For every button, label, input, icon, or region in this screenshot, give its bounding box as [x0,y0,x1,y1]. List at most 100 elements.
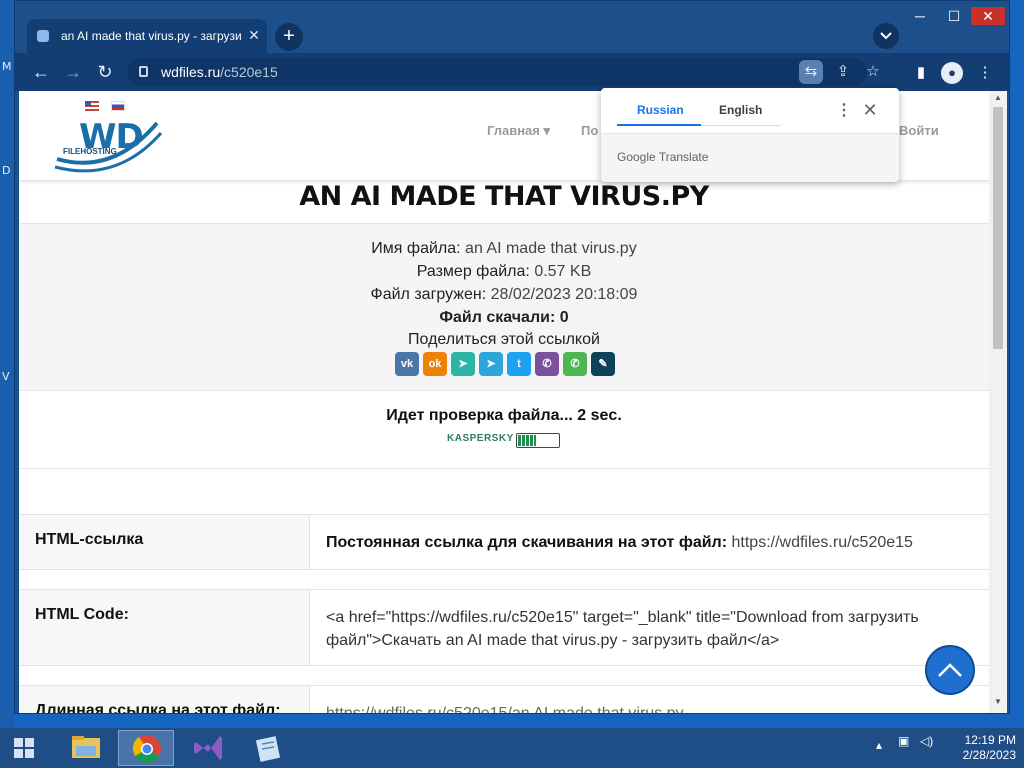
network-icon[interactable]: ▣ [898,734,909,748]
row-key: HTML Code: [19,590,310,665]
star-icon[interactable]: ☆ [861,60,885,84]
file-info-panel: Имя файла: an AI made that virus.py Разм… [19,223,989,391]
permalink-url[interactable]: https://wdfiles.ru/c520e15 [732,534,913,551]
close-icon[interactable]: ✕ [859,100,881,120]
file-downloads-value: 0 [559,309,569,326]
translate-header: Russian English ⋮ ✕ [601,88,899,134]
menu-icon[interactable]: ⋮ [973,61,997,85]
translate-footer: Google Translate [601,134,899,182]
address-bar[interactable]: wdfiles.ru/c520e15 ⇆ ⇪ ☆ [127,58,880,86]
site-logo[interactable]: WD FILEHOSTING [53,113,163,179]
html-code-value[interactable]: <a href="https://wdfiles.ru/c520e15" tar… [310,590,989,665]
table-row: HTML Code: <a href="https://wdfiles.ru/c… [19,589,989,666]
scrollbar-thumb[interactable] [993,107,1003,349]
table-row: Длинная ссылка на этот файл: https://wdf… [19,685,989,713]
permalink-label: Постоянная ссылка для скачивания на этот… [326,534,728,551]
new-tab-button[interactable]: + [275,23,303,51]
share-telegram-icon[interactable]: ➤ [479,352,503,376]
chevron-up-icon [938,663,962,677]
tab-title: an AI made that virus.py - загрузить фай… [61,29,241,43]
visual-studio-icon[interactable] [180,730,236,766]
row-value: Постоянная ссылка для скачивания на этот… [310,515,989,569]
maximize-button[interactable]: ☐ [937,7,971,25]
file-uploaded-label: Файл загружен: [370,286,487,303]
volume-icon[interactable]: ◁) [920,734,933,748]
taskbar-clock[interactable]: 12:19 PM 2/28/2023 [946,733,1016,763]
check-progress-bar [516,433,560,448]
check-progress-fill [518,435,536,446]
clock-time: 12:19 PM [964,733,1016,747]
table-row: HTML-ссылка Постоянная ссылка для скачив… [19,514,989,570]
url-domain: wdfiles.ru [161,64,221,80]
nav-login[interactable]: Войти [899,123,939,138]
file-uploaded-value: 28/02/2023 20:18:09 [490,286,638,303]
translate-popup: Russian English ⋮ ✕ Google Translate [601,88,899,182]
file-name-label: Имя файла: [371,240,461,257]
nav-home[interactable]: Главная ▾ [487,123,550,139]
desktop-edge: M D V [0,0,14,728]
chrome-icon[interactable] [118,730,174,766]
flag-ru-icon[interactable] [111,101,125,111]
file-downloads-label: Файл скачали: [439,309,556,326]
scroll-up-icon[interactable]: ▲ [993,93,1003,102]
share-twitter-icon[interactable]: t [507,352,531,376]
profile-icon[interactable]: ● [941,62,963,84]
long-link-value[interactable]: https://wdfiles.ru/c520e15/an AI made th… [310,686,989,713]
file-size-label: Размер файла: [416,263,530,280]
share-viber-icon[interactable]: ✆ [535,352,559,376]
share-icon[interactable]: ⇪ [831,60,855,84]
minimize-button[interactable]: ─ [903,7,937,25]
page-scrollbar[interactable]: ▲ ▼ [989,91,1007,713]
share-moimir-icon[interactable]: ➤ [451,352,475,376]
url-text[interactable]: wdfiles.ru/c520e15 [161,64,278,80]
file-downloads-row: Файл скачали: 0 [19,309,989,327]
lang-english-tab[interactable]: English [719,103,762,117]
google-translate-label: Google Translate [617,150,709,164]
file-size-row: Размер файла: 0.57 KB [19,263,989,281]
file-size-value: 0.57 KB [534,263,592,280]
close-window-button[interactable]: ✕ [971,7,1005,25]
file-name-row: Имя файла: an AI made that virus.py [19,240,989,258]
file-uploaded-row: Файл загружен: 28/02/2023 20:18:09 [19,286,989,304]
start-button[interactable] [14,738,36,760]
nav-item[interactable]: По [581,123,598,138]
notepad-icon[interactable] [240,730,296,766]
logo-subtext: FILEHOSTING [63,147,117,156]
back-icon[interactable]: ← [29,61,53,85]
row-key: Длинная ссылка на этот файл: [19,686,310,713]
page-title: AN AI MADE THAT VIRUS.PY [299,181,709,212]
sidepanel-icon[interactable]: ▮ [909,61,933,85]
browser-tab[interactable]: an AI made that virus.py - загрузить фай… [27,19,267,53]
share-livejournal-icon[interactable]: ✎ [591,352,615,376]
browser-window: an AI made that virus.py - загрузить фай… [14,0,1010,714]
share-whatsapp-icon[interactable]: ✆ [563,352,587,376]
share-odnoklassniki-icon[interactable]: ok [423,352,447,376]
lang-russian-tab[interactable]: Russian [637,103,684,117]
web-page: WD FILEHOSTING Главная ▾ По Войти AN AI … [19,91,989,713]
tab-search-icon[interactable] [873,23,899,49]
kaspersky-logo: KASPERSKY [447,433,514,444]
lock-icon [139,66,148,77]
share-vk-icon[interactable]: vk [395,352,419,376]
desktop-label: V [2,370,10,383]
scroll-to-top-button[interactable] [925,645,975,695]
browser-toolbar: ← → ↻ wdfiles.ru/c520e15 ⇆ ⇪ ☆ ▮ ● ⋮ [15,53,1009,91]
taskbar: ▴ ▣ ◁) 12:19 PM 2/28/2023 [0,728,1024,768]
file-explorer-icon[interactable] [58,730,114,766]
flag-en-icon[interactable] [85,101,99,111]
favicon-icon [37,30,49,42]
tab-close-icon[interactable]: ✕ [245,26,263,44]
scroll-down-icon[interactable]: ▼ [993,697,1003,706]
tray-expand-icon[interactable]: ▴ [876,738,882,752]
file-name-value: an AI made that virus.py [465,240,637,257]
file-check-panel: Идет проверка файла... 2 sec. KASPERSKY [19,391,989,469]
clock-date: 2/28/2023 [962,748,1016,762]
row-key: HTML-ссылка [19,515,310,569]
desktop-label: D [2,164,11,177]
forward-icon[interactable]: → [61,61,85,85]
desktop-label: M [2,60,12,73]
translate-icon[interactable]: ⇆ [799,60,823,84]
check-status-text: Идет проверка файла... 2 sec. [386,407,622,424]
reload-icon[interactable]: ↻ [93,61,117,85]
more-options-icon[interactable]: ⋮ [835,100,853,120]
